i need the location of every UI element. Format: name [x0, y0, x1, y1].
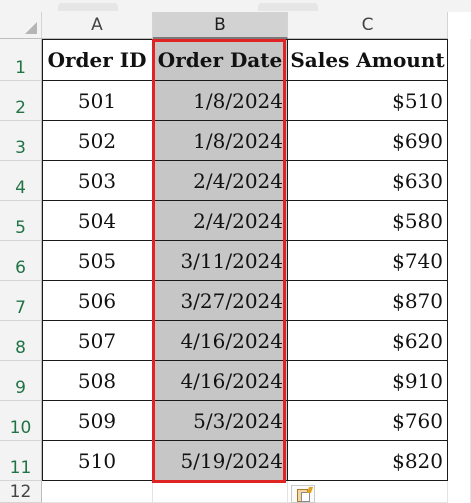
row-header[interactable]: 1: [0, 39, 42, 81]
row-header[interactable]: 11: [0, 441, 42, 481]
empty-cell[interactable]: [42, 481, 153, 503]
row-header[interactable]: 2: [0, 81, 42, 121]
column-header-b[interactable]: B: [153, 12, 288, 39]
column-header-a[interactable]: A: [42, 12, 153, 39]
row-header[interactable]: 4: [0, 161, 42, 201]
cell-order-date[interactable]: 2/4/2024: [153, 161, 288, 201]
empty-column-area: [448, 39, 471, 503]
cell-sales-amount[interactable]: $760: [288, 401, 448, 441]
spreadsheet: A B C 1 2 3 4 5 6 7 8 9 10 11 12 Order I…: [0, 0, 471, 503]
cell-order-id[interactable]: 508: [42, 361, 153, 401]
row-header[interactable]: 6: [0, 241, 42, 281]
cell-sales-amount[interactable]: $620: [288, 321, 448, 361]
header-cell-sales-amount[interactable]: Sales Amount: [288, 39, 448, 81]
cell-order-date[interactable]: 3/27/2024: [153, 281, 288, 321]
column-grip: [258, 3, 318, 11]
row-header[interactable]: 5: [0, 201, 42, 241]
row-header[interactable]: 10: [0, 401, 42, 441]
cell-order-id[interactable]: 507: [42, 321, 153, 361]
lightning-icon: [306, 487, 314, 493]
cell-sales-amount[interactable]: $820: [288, 441, 448, 481]
row-header[interactable]: 7: [0, 281, 42, 321]
top-strip: [0, 0, 471, 12]
cell-order-id[interactable]: 503: [42, 161, 153, 201]
select-all-icon: [25, 22, 37, 34]
cell-order-id[interactable]: 502: [42, 121, 153, 161]
cell-order-date[interactable]: 5/3/2024: [153, 401, 288, 441]
cell-sales-amount[interactable]: $580: [288, 201, 448, 241]
cell-order-date[interactable]: 3/11/2024: [153, 241, 288, 281]
cell-sales-amount[interactable]: $630: [288, 161, 448, 201]
cell-order-date[interactable]: 1/8/2024: [153, 121, 288, 161]
row-header[interactable]: 8: [0, 321, 42, 361]
cell-order-id[interactable]: 506: [42, 281, 153, 321]
paper-icon: [301, 492, 310, 502]
header-cell-order-id[interactable]: Order ID: [42, 39, 153, 81]
empty-cell[interactable]: [153, 481, 288, 503]
select-all-button[interactable]: [0, 12, 42, 39]
column-header-row: A B C: [0, 12, 471, 39]
column-grip: [58, 3, 118, 11]
cell-sales-amount[interactable]: $910: [288, 361, 448, 401]
row-header[interactable]: 9: [0, 361, 42, 401]
column-header-c[interactable]: C: [288, 12, 448, 39]
cell-order-date[interactable]: 2/4/2024: [153, 201, 288, 241]
cell-sales-amount[interactable]: $690: [288, 121, 448, 161]
cell-order-id[interactable]: 504: [42, 201, 153, 241]
cell-order-date[interactable]: 1/8/2024: [153, 81, 288, 121]
cell-sales-amount[interactable]: $740: [288, 241, 448, 281]
cell-order-date[interactable]: 4/16/2024: [153, 321, 288, 361]
row-header[interactable]: 12: [0, 481, 42, 503]
cell-order-id[interactable]: 501: [42, 81, 153, 121]
cell-order-date[interactable]: 4/16/2024: [153, 361, 288, 401]
cell-sales-amount[interactable]: $510: [288, 81, 448, 121]
cell-order-date[interactable]: 5/19/2024: [153, 441, 288, 481]
row-header[interactable]: 3: [0, 121, 42, 161]
header-cell-order-date[interactable]: Order Date: [153, 39, 288, 81]
cell-sales-amount[interactable]: $870: [288, 281, 448, 321]
quick-analysis-icon[interactable]: [291, 485, 315, 503]
cell-order-id[interactable]: 509: [42, 401, 153, 441]
cell-order-id[interactable]: 505: [42, 241, 153, 281]
cell-order-id[interactable]: 510: [42, 441, 153, 481]
